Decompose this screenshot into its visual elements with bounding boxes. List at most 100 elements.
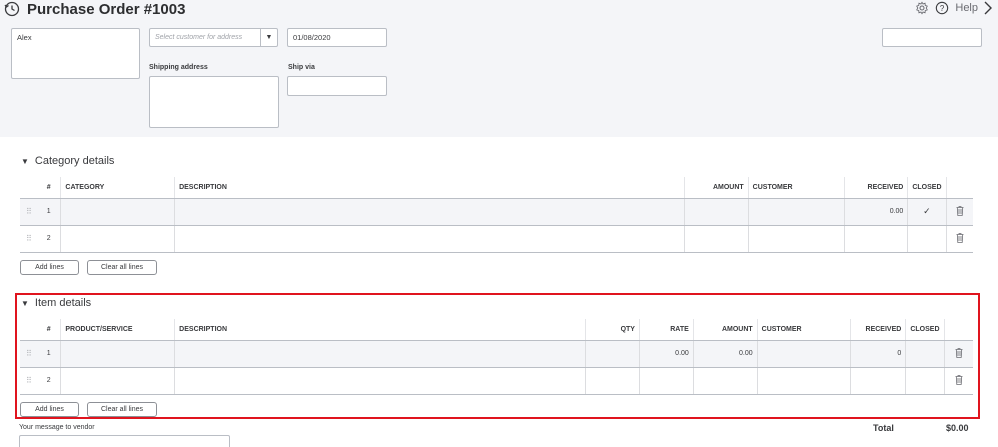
- col-num: #: [36, 319, 62, 341]
- table-header-row: # CATEGORY DESCRIPTION AMOUNT CUSTOMER R…: [20, 177, 973, 199]
- help-link[interactable]: Help: [955, 2, 978, 14]
- gear-icon[interactable]: [915, 1, 929, 15]
- col-received: RECEIVED: [844, 177, 909, 199]
- total-value: $0.00: [946, 423, 969, 433]
- category-add-lines-button[interactable]: Add lines: [20, 260, 79, 275]
- received-cell: [850, 367, 907, 395]
- table-row[interactable]: ⠿ 2: [20, 225, 973, 253]
- customer-cell[interactable]: [748, 225, 846, 253]
- drag-handle-icon[interactable]: ⠿: [20, 340, 37, 368]
- product-cell[interactable]: [60, 367, 176, 395]
- qty-cell[interactable]: [585, 340, 640, 368]
- closed-cell[interactable]: [907, 225, 947, 253]
- total-label: Total: [873, 423, 894, 433]
- customer-cell[interactable]: [748, 198, 846, 226]
- collapse-triangle-icon: ▼: [21, 298, 29, 308]
- amount-cell[interactable]: [684, 198, 749, 226]
- delete-row-button[interactable]: [944, 340, 973, 368]
- col-num: #: [36, 177, 62, 199]
- vendor-message-label: Your message to vendor: [19, 424, 95, 431]
- header-panel: Purchase Order #1003 ? Help Alex Select …: [0, 0, 998, 137]
- qty-cell[interactable]: [585, 367, 640, 395]
- category-cell[interactable]: [60, 225, 176, 253]
- amount-cell[interactable]: 0.00: [693, 340, 758, 368]
- vendor-address-field[interactable]: Alex: [11, 28, 140, 79]
- ship-via-label: Ship via: [288, 64, 315, 71]
- col-amount: AMOUNT: [684, 177, 749, 199]
- col-category: CATEGORY: [60, 177, 176, 199]
- row-number: 2: [36, 367, 62, 395]
- customer-select-placeholder: Select customer for address: [155, 34, 243, 41]
- description-cell[interactable]: [174, 225, 685, 253]
- closed-cell[interactable]: [905, 367, 945, 395]
- title-row: Purchase Order #1003: [4, 0, 185, 18]
- drag-handle-icon[interactable]: ⠿: [20, 198, 37, 226]
- col-amount: AMOUNT: [693, 319, 758, 341]
- vendor-message-field[interactable]: [19, 435, 230, 447]
- closed-check-icon[interactable]: ✓: [907, 198, 947, 226]
- amount-cell[interactable]: [693, 367, 758, 395]
- ship-via-field[interactable]: [287, 76, 387, 96]
- svg-text:?: ?: [940, 4, 945, 13]
- customer-select[interactable]: Select customer for address ▼: [149, 28, 278, 47]
- received-cell: [844, 225, 909, 253]
- col-rate: RATE: [639, 319, 694, 341]
- description-cell[interactable]: [174, 340, 587, 368]
- product-cell[interactable]: [60, 340, 176, 368]
- item-details-title: Item details: [34, 297, 92, 309]
- category-cell[interactable]: [60, 198, 176, 226]
- toolbar: ? Help: [915, 0, 992, 16]
- vendor-address-value: Alex: [17, 33, 32, 42]
- received-cell: 0.00: [844, 198, 909, 226]
- category-clear-lines-button[interactable]: Clear all lines: [87, 260, 157, 275]
- row-number: 1: [36, 340, 62, 368]
- category-details-toggle[interactable]: ▼ Category details: [21, 155, 114, 167]
- page-title: Purchase Order #1003: [27, 0, 186, 18]
- col-customer: CUSTOMER: [748, 177, 846, 199]
- delete-row-button[interactable]: [944, 367, 973, 395]
- item-details-toggle[interactable]: ▼ Item details: [21, 297, 91, 309]
- col-description: DESCRIPTION: [174, 319, 587, 341]
- date-field[interactable]: 01/08/2020: [287, 28, 387, 47]
- po-number-field[interactable]: [882, 28, 982, 47]
- shipping-address-field[interactable]: [149, 76, 279, 128]
- table-row[interactable]: ⠿ 2: [20, 367, 973, 395]
- col-product-service: PRODUCT/SERVICE: [60, 319, 176, 341]
- rate-cell[interactable]: 0.00: [639, 340, 694, 368]
- trash-icon: [956, 205, 964, 216]
- received-cell: 0: [850, 340, 907, 368]
- col-closed: CLOSED: [907, 177, 947, 199]
- drag-handle-icon[interactable]: ⠿: [20, 225, 37, 253]
- history-icon[interactable]: [4, 1, 20, 17]
- table-row[interactable]: ⠿ 1 0.00 ✓: [20, 198, 973, 226]
- trash-icon: [955, 374, 963, 385]
- customer-cell[interactable]: [757, 340, 852, 368]
- drag-handle-icon[interactable]: ⠿: [20, 367, 37, 395]
- table-header-row: # PRODUCT/SERVICE DESCRIPTION QTY RATE A…: [20, 319, 973, 341]
- col-qty: QTY: [585, 319, 640, 341]
- col-customer: CUSTOMER: [757, 319, 852, 341]
- amount-cell[interactable]: [684, 225, 749, 253]
- col-closed: CLOSED: [905, 319, 945, 341]
- category-details-title: Category details: [34, 155, 115, 167]
- help-circle-icon[interactable]: ?: [935, 1, 949, 15]
- caret-down-icon[interactable]: ▼: [260, 29, 277, 46]
- closed-cell[interactable]: [905, 340, 945, 368]
- description-cell[interactable]: [174, 367, 587, 395]
- customer-cell[interactable]: [757, 367, 852, 395]
- rate-cell[interactable]: [639, 367, 694, 395]
- col-description: DESCRIPTION: [174, 177, 685, 199]
- col-received: RECEIVED: [850, 319, 907, 341]
- table-row[interactable]: ⠿ 1 0.00 0.00 0: [20, 340, 973, 368]
- trash-icon: [956, 232, 964, 243]
- chevron-right-icon[interactable]: [984, 1, 992, 15]
- item-add-lines-button[interactable]: Add lines: [20, 402, 79, 417]
- collapse-triangle-icon: ▼: [21, 156, 29, 166]
- trash-icon: [955, 347, 963, 358]
- category-details-table: # CATEGORY DESCRIPTION AMOUNT CUSTOMER R…: [20, 177, 973, 253]
- description-cell[interactable]: [174, 198, 685, 226]
- delete-row-button[interactable]: [946, 198, 973, 226]
- row-number: 2: [36, 225, 62, 253]
- delete-row-button[interactable]: [946, 225, 973, 253]
- item-clear-lines-button[interactable]: Clear all lines: [87, 402, 157, 417]
